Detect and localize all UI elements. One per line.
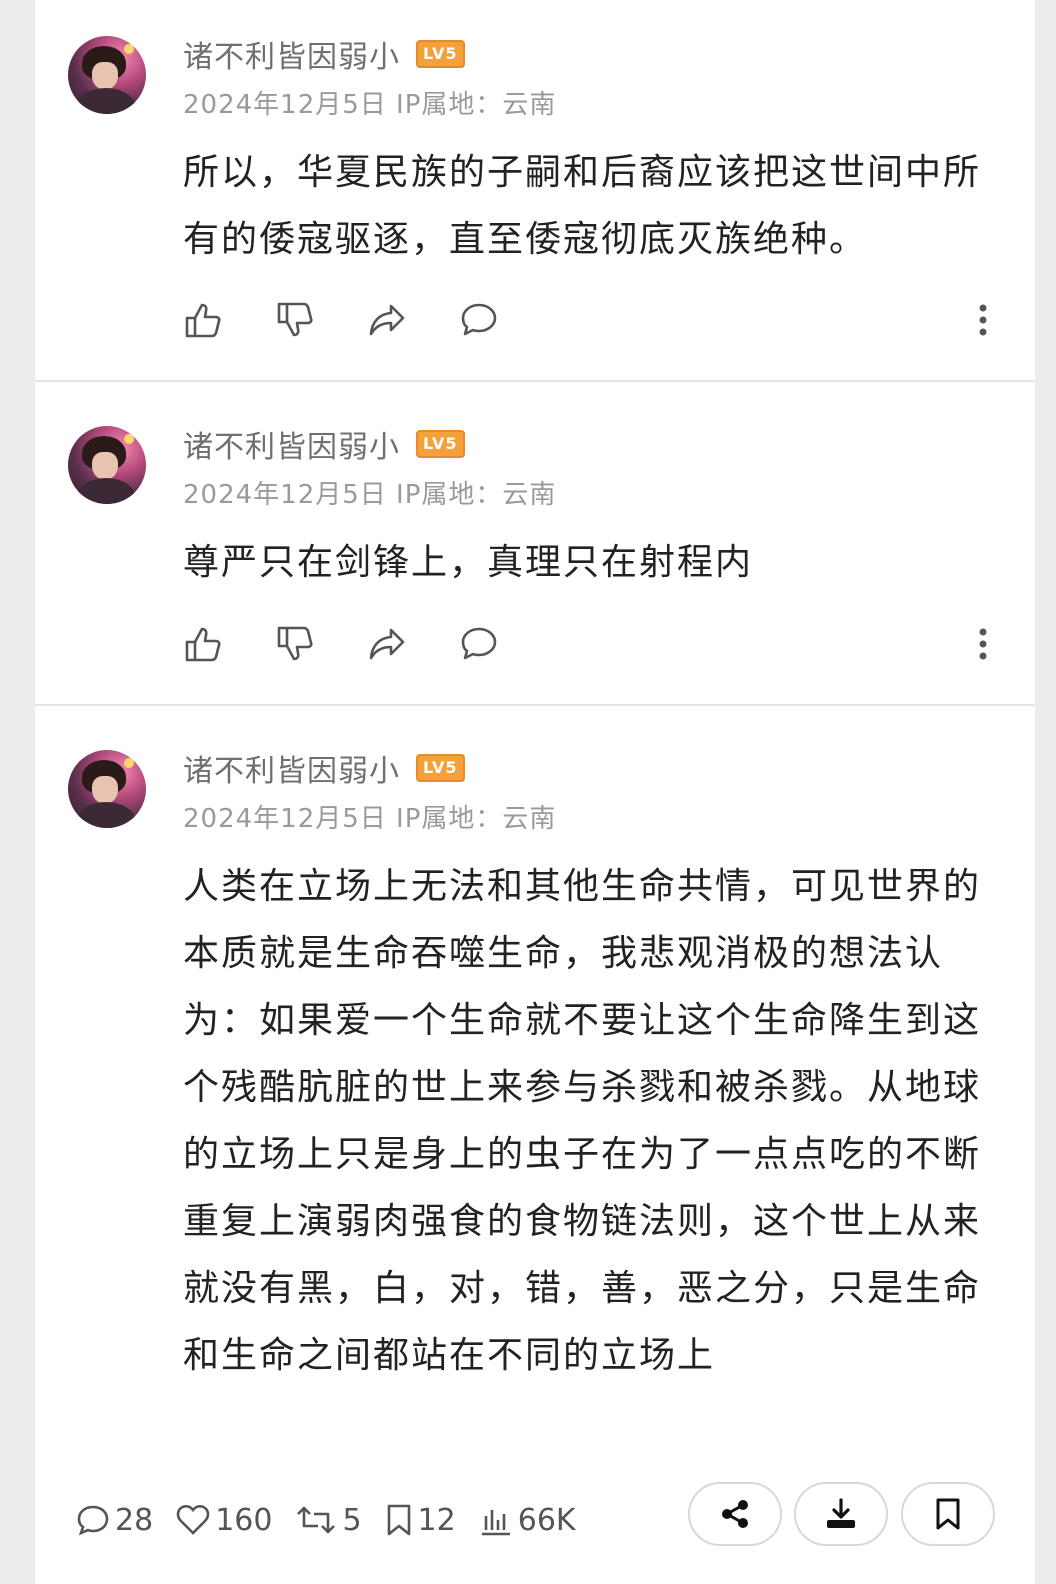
share-button[interactable] [688, 1482, 782, 1546]
comment-meta: 2024年12月5日 IP属地：云南 [183, 480, 557, 510]
reposts-stat[interactable]: 5 [294, 1502, 362, 1538]
user-row: 诸不利皆因弱小 LV5 [183, 746, 465, 790]
avatar[interactable] [68, 426, 146, 504]
comment-actions [183, 624, 1003, 672]
heart-icon [176, 1504, 210, 1535]
comment-text: 尊严只在剑锋上，真理只在射程内 [183, 542, 754, 583]
comment-bubble-icon[interactable] [459, 624, 499, 664]
share-arrow-icon[interactable] [367, 624, 407, 664]
comment-meta: 2024年12月5日 IP属地：云南 [183, 804, 557, 834]
replies-count: 28 [115, 1502, 154, 1538]
level-badge: LV5 [416, 430, 465, 458]
username[interactable]: 诸不利皆因弱小 [183, 422, 400, 466]
download-button[interactable] [794, 1482, 888, 1546]
level-badge: LV5 [416, 40, 465, 68]
comment-actions [183, 300, 1003, 348]
thumbs-up-icon[interactable] [183, 624, 223, 664]
bookmarks-count: 12 [417, 1502, 456, 1538]
username[interactable]: 诸不利皆因弱小 [183, 32, 400, 76]
views-chart-icon [481, 1510, 510, 1536]
comment-bubble-icon [77, 1505, 109, 1536]
thumbs-up-icon[interactable] [183, 300, 223, 340]
share-arrow-icon[interactable] [367, 300, 407, 340]
more-vertical-icon[interactable] [973, 300, 993, 340]
repost-icon [297, 1506, 336, 1534]
bookmark-button[interactable] [901, 1482, 995, 1546]
comment-text: 人类在立场上无法和其他生命共情，可见世界的本质就是生命吞噬生命，我悲观消极的想法… [183, 866, 982, 1376]
views-stat[interactable]: 66K [478, 1502, 576, 1538]
comment-meta: 2024年12月5日 IP属地：云南 [183, 90, 557, 120]
more-vertical-icon[interactable] [973, 624, 993, 664]
comment-card: 诸不利皆因弱小 LV5 2024年12月5日 IP属地：云南 尊严只在剑锋上，真… [35, 382, 1035, 704]
reposts-count: 5 [342, 1502, 362, 1538]
comment-card: 诸不利皆因弱小 LV5 2024年12月5日 IP属地：云南 人类在立场上无法和… [35, 706, 1035, 1466]
username[interactable]: 诸不利皆因弱小 [183, 746, 400, 790]
comment-card: 诸不利皆因弱小 LV5 2024年12月5日 IP属地：云南 所以，华夏民族的子… [35, 0, 1035, 380]
post-stats: 28 160 5 12 66K [75, 1496, 598, 1544]
thumbs-down-icon[interactable] [275, 624, 315, 664]
bookmark-icon [936, 1498, 960, 1530]
level-badge: LV5 [416, 754, 465, 782]
download-icon [827, 1498, 855, 1528]
share-nodes-icon [722, 1500, 748, 1528]
bookmarks-stat[interactable]: 12 [384, 1502, 456, 1538]
comment-feed: 诸不利皆因弱小 LV5 2024年12月5日 IP属地：云南 所以，华夏民族的子… [35, 0, 1035, 1584]
avatar[interactable] [68, 36, 146, 114]
avatar[interactable] [68, 750, 146, 828]
likes-stat[interactable]: 160 [175, 1502, 272, 1538]
views-count: 66K [517, 1502, 576, 1538]
replies-stat[interactable]: 28 [75, 1502, 153, 1538]
comment-bubble-icon[interactable] [459, 300, 499, 340]
thumbs-down-icon[interactable] [275, 300, 315, 340]
user-row: 诸不利皆因弱小 LV5 [183, 422, 465, 466]
comment-text: 所以，华夏民族的子嗣和后裔应该把这世间中所有的倭寇驱逐，直至倭寇彻底灭族绝种。 [183, 152, 982, 260]
bookmark-icon [387, 1504, 410, 1536]
user-row: 诸不利皆因弱小 LV5 [183, 32, 465, 76]
likes-count: 160 [215, 1502, 273, 1538]
post-footer: 28 160 5 12 66K [35, 1466, 1035, 1584]
